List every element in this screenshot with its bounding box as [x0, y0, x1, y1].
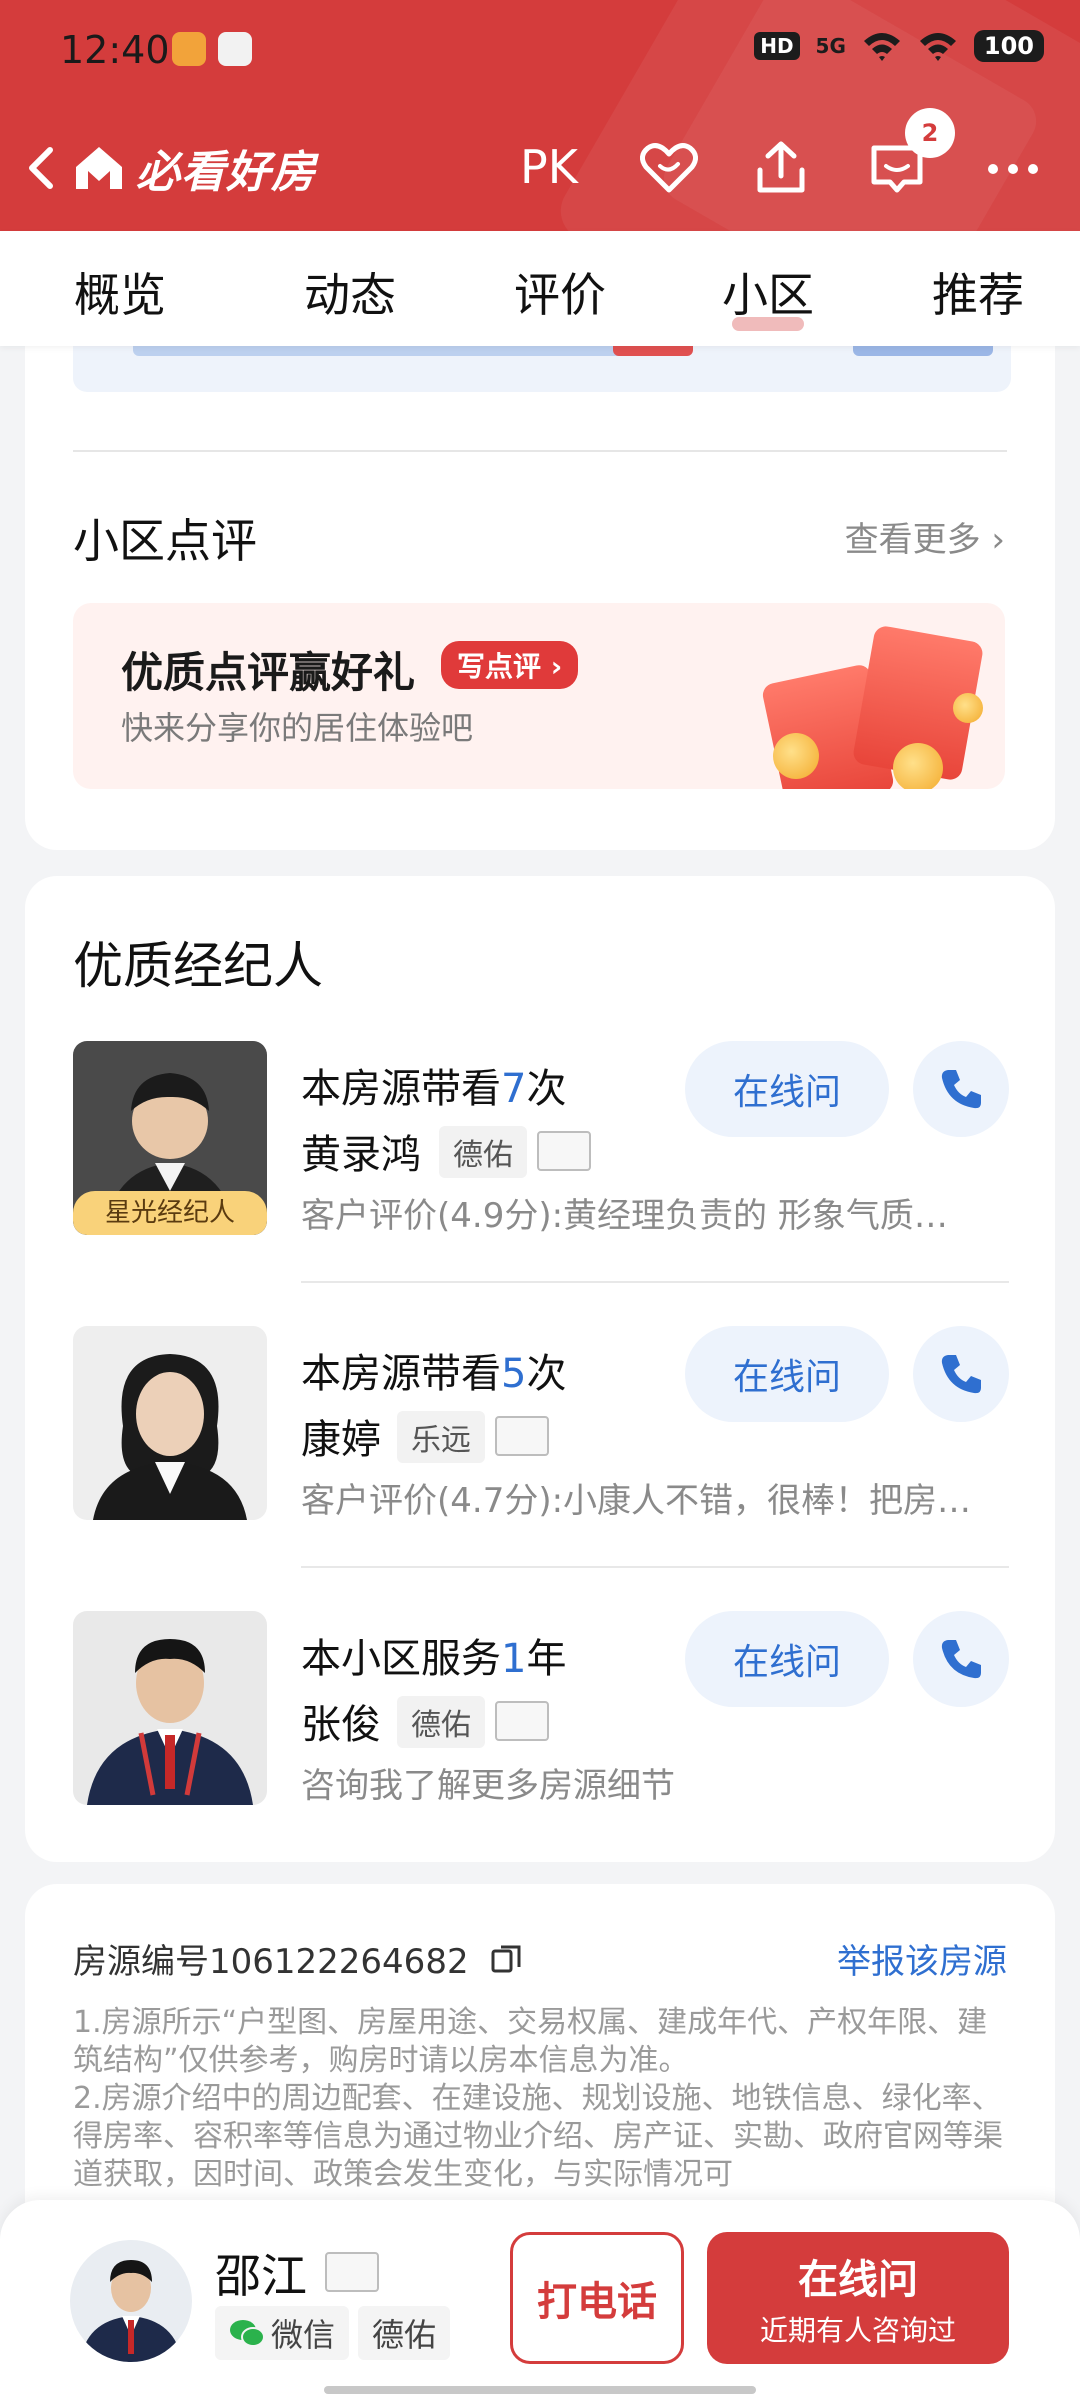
favorite-heart-icon[interactable] — [636, 136, 702, 202]
call-agent-button[interactable] — [913, 1611, 1009, 1707]
agent-viewing-stat: 本房源带看7次 — [301, 1066, 567, 1112]
wifi-icon — [919, 33, 956, 61]
wifi-icon — [863, 33, 900, 61]
agent-viewing-stat: 本房源带看5次 — [301, 1351, 567, 1397]
share-icon[interactable] — [748, 136, 814, 202]
agent-service-stat: 本小区服务1年 — [301, 1636, 567, 1682]
agent-name: 张俊 — [301, 1702, 381, 1748]
view-more-link[interactable]: 查看更多 › — [845, 512, 1005, 561]
phone-icon — [941, 1640, 981, 1679]
promo-title: 优质点评赢好礼 — [121, 648, 416, 697]
agent-avatar[interactable]: 星光经纪人 — [73, 1041, 267, 1235]
agent-company-tag: 德佑 — [397, 1696, 485, 1748]
listing-disclaimer: 1.房源所示“户型图、房屋用途、交易权属、建成年代、产权年限、建筑结构”仅供参考… — [73, 2005, 1003, 2192]
agent-avatar[interactable] — [73, 1611, 267, 1805]
hd-icon: HD — [754, 32, 800, 60]
agent-company-tag: 乐远 — [397, 1411, 485, 1463]
pk-button[interactable]: PK — [520, 140, 578, 194]
agent-intro-text: 咨询我了解更多房源细节 — [301, 1766, 675, 1806]
agent-portrait — [87, 1639, 253, 1805]
signal-icon: 5G — [815, 34, 846, 58]
app-name: 必看好房 — [136, 147, 316, 198]
copy-icon[interactable] — [489, 1941, 523, 1975]
quality-agents-card: 优质经纪人 星光经纪人 本房源带看7次 黄录鸿 德佑 客户评价(4.9分):黄经… — [25, 876, 1055, 1862]
call-agent-button[interactable] — [913, 1326, 1009, 1422]
star-agent-badge: 星光经纪人 — [73, 1191, 267, 1235]
agent-review-text: 客户评价(4.7分):小康人不错，很棒！把房… — [301, 1481, 972, 1521]
status-bar: 12:40 HD 5G 100 — [0, 0, 1080, 100]
gold-coin-icon — [953, 693, 983, 723]
phone-icon — [941, 1070, 981, 1109]
agent-portrait — [80, 2260, 182, 2362]
call-agent-button[interactable] — [913, 1041, 1009, 1137]
tab-recommend[interactable]: 推荐 — [932, 259, 1024, 325]
agent-portrait — [93, 1354, 247, 1520]
business-card-icon[interactable] — [495, 1416, 549, 1456]
battery-icon: 100 — [973, 30, 1044, 62]
promo-subtitle: 快来分享你的居住体验吧 — [121, 709, 474, 747]
business-card-icon[interactable] — [325, 2252, 379, 2292]
section-tabs: 概览 动态 评价 小区 推荐 — [0, 231, 1080, 346]
app-logo: 必看好房 — [70, 136, 316, 200]
phone-icon — [941, 1355, 981, 1394]
business-card-icon[interactable] — [495, 1701, 549, 1741]
row-divider — [301, 1566, 1009, 1568]
more-options-icon[interactable] — [980, 136, 1046, 202]
online-consult-button[interactable]: 在线问 近期有人咨询过 — [707, 2232, 1009, 2364]
back-arrow-icon[interactable] — [18, 138, 68, 198]
report-listing-link[interactable]: 举报该房源 — [837, 1934, 1007, 1983]
agent-name: 康婷 — [301, 1417, 381, 1463]
agent-name: 黄录鸿 — [301, 1132, 421, 1178]
tab-news[interactable]: 动态 — [304, 259, 396, 325]
write-review-promo-banner[interactable]: 优质点评赢好礼 写点评 › 快来分享你的居住体验吧 — [73, 603, 1005, 789]
bottom-contact-bar: 邵江 微信 德佑 打电话 在线问 近期有人咨询过 — [0, 2200, 1080, 2400]
agent-company-tag: 德佑 — [358, 2306, 451, 2360]
tab-community[interactable]: 小区 — [722, 259, 814, 331]
bottom-agent-name: 邵江 — [215, 2249, 307, 2303]
home-indicator — [324, 2386, 756, 2394]
tab-reviews[interactable]: 评价 — [514, 259, 606, 325]
write-review-button[interactable]: 写点评 › — [441, 641, 579, 689]
call-button[interactable]: 打电话 — [510, 2232, 684, 2364]
agent-review-text: 客户评价(4.9分):黄经理负责的 形象气质… — [301, 1196, 948, 1236]
online-chat-button[interactable]: 在线问 — [685, 1611, 889, 1707]
app-header: 12:40 HD 5G 100 必看好房 PK 2 — [0, 0, 1080, 231]
notification-app-icon — [218, 32, 252, 66]
message-count-badge: 2 — [905, 108, 955, 158]
agent-avatar[interactable] — [73, 1326, 267, 1520]
status-time: 12:40 — [60, 28, 170, 72]
gold-coin-icon — [773, 733, 819, 779]
business-card-icon[interactable] — [537, 1131, 591, 1171]
agent-company-tag: 德佑 — [439, 1126, 527, 1178]
online-chat-button[interactable]: 在线问 — [685, 1326, 889, 1422]
nav-bar: 必看好房 PK 2 — [0, 108, 1080, 220]
community-review-card: 小区点评 查看更多 › 优质点评赢好礼 写点评 › 快来分享你的居住体验吧 — [25, 300, 1055, 850]
gold-coin-icon — [893, 743, 943, 789]
row-divider — [301, 1281, 1009, 1283]
wechat-tag[interactable]: 微信 — [215, 2306, 350, 2360]
divider — [73, 450, 1007, 452]
notification-app-icon — [172, 32, 206, 66]
cut-off-banner[interactable] — [73, 340, 1011, 392]
house-logo-icon — [76, 147, 122, 189]
wechat-icon — [230, 2320, 265, 2347]
agents-section-title: 优质经纪人 — [73, 937, 323, 995]
tab-overview[interactable]: 概览 — [74, 259, 166, 325]
community-review-title: 小区点评 — [73, 514, 257, 568]
online-chat-button[interactable]: 在线问 — [685, 1041, 889, 1137]
agent-avatar[interactable] — [70, 2240, 192, 2362]
listing-id: 房源编号106122264682 — [73, 1934, 523, 1983]
